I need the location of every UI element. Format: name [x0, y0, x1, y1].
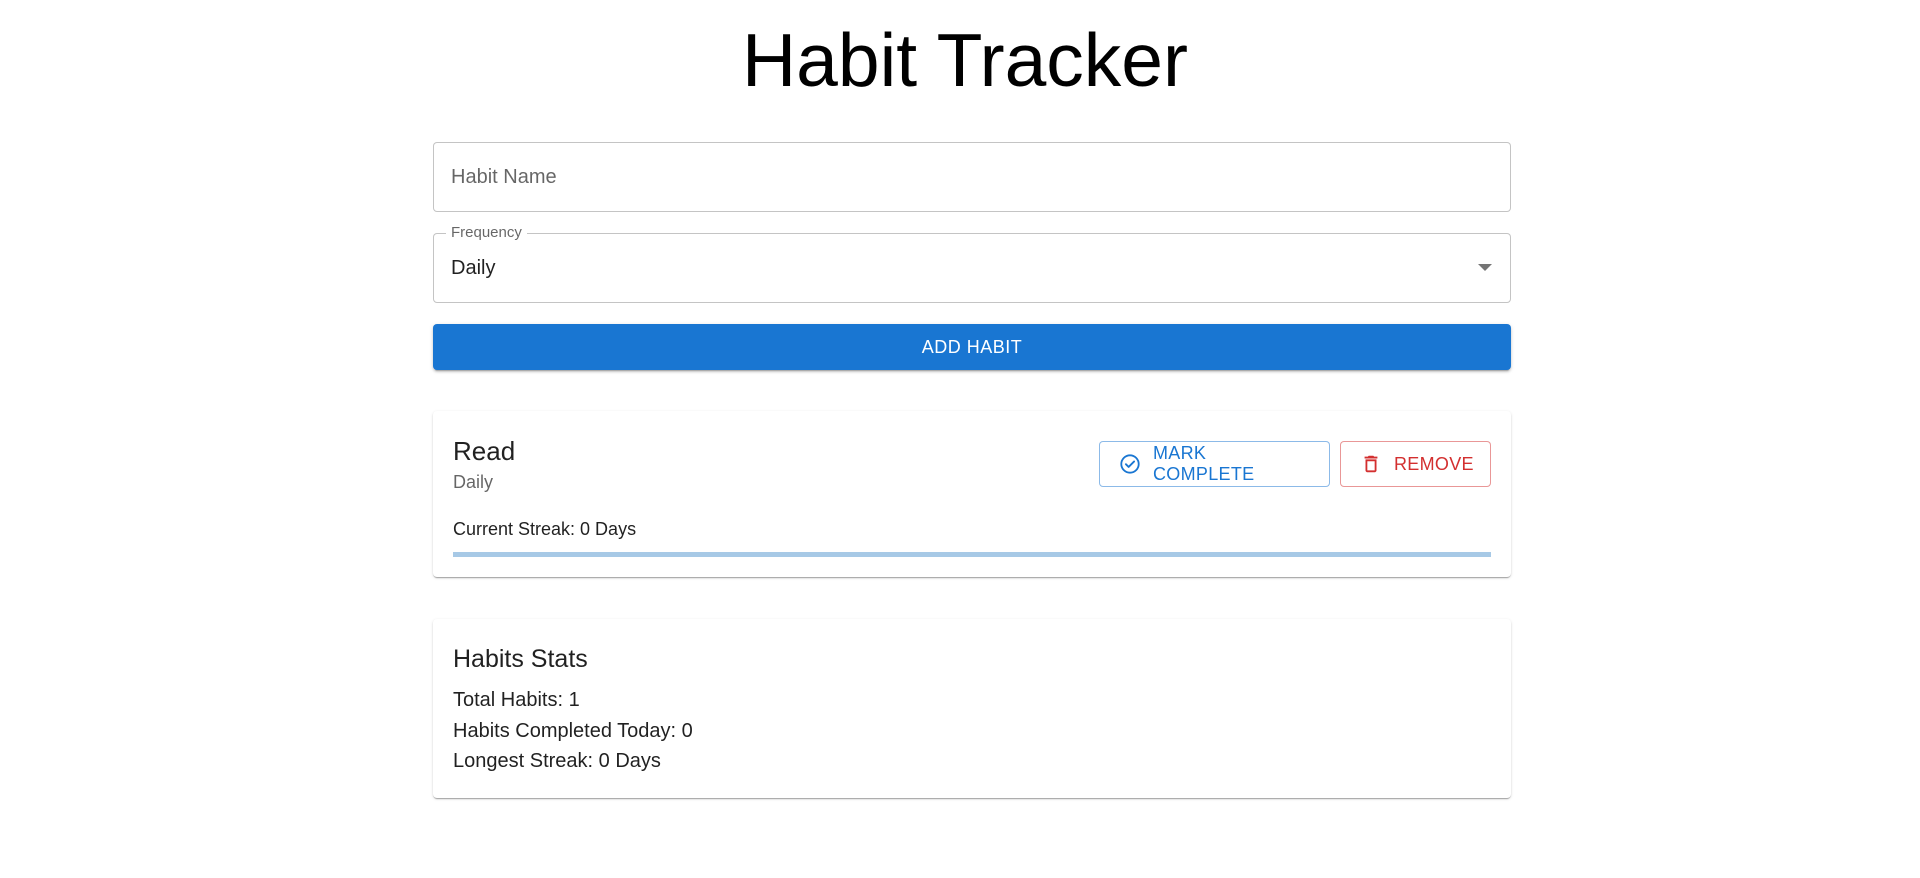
mark-complete-button[interactable]: MARK COMPLETE	[1099, 441, 1330, 487]
page-title: Habit Tracker	[742, 18, 1188, 102]
frequency-selected-value: Daily	[451, 257, 496, 279]
arrow-drop-down-icon[interactable]	[1478, 264, 1492, 271]
frequency-select[interactable]: Frequency Daily	[433, 225, 1511, 303]
habits-stats-card: Habits Stats Total Habits: 1 Habits Comp…	[433, 619, 1511, 798]
completed-today-stat: Habits Completed Today: 0	[453, 720, 693, 742]
stats-title: Habits Stats	[453, 645, 588, 673]
habit-card: Read Daily MARK COMPLETE REMOVE Current …	[433, 411, 1511, 577]
habit-frequency: Daily	[453, 472, 494, 492]
habit-name-field[interactable]: Habit Name	[433, 142, 1511, 212]
trash-icon	[1360, 453, 1382, 475]
longest-streak-stat: Longest Streak: 0 Days	[453, 750, 661, 772]
mark-complete-label: MARK COMPLETE	[1153, 443, 1255, 484]
habit-name: Read	[453, 436, 516, 466]
total-habits-stat: Total Habits: 1	[453, 689, 580, 711]
habit-tracker-page: Habit Tracker Habit Name Frequency Daily…	[0, 0, 1920, 878]
remove-button[interactable]: REMOVE	[1340, 441, 1491, 487]
current-streak-text: Current Streak: 0 Days	[453, 519, 637, 539]
remove-label: REMOVE	[1394, 453, 1474, 474]
streak-progress-bar	[453, 552, 1491, 557]
add-habit-button[interactable]: ADD HABIT	[433, 324, 1511, 370]
habit-name-placeholder: Habit Name	[451, 166, 557, 188]
check-circle-outline-icon	[1119, 453, 1141, 475]
